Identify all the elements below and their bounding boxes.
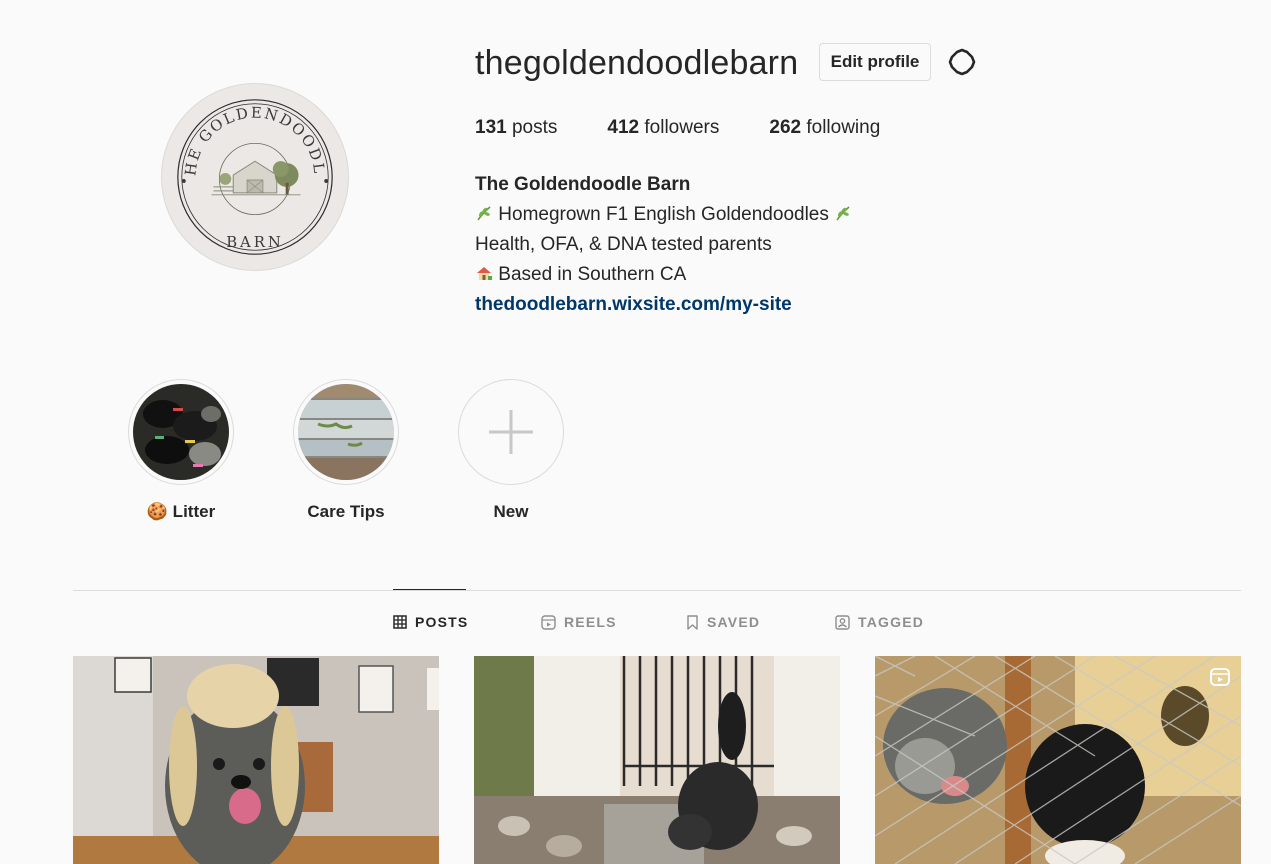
active-tab-indicator	[393, 589, 466, 590]
svg-text:THE GOLDENDOODLE: THE GOLDENDOODLE	[162, 84, 328, 177]
tabs-divider	[73, 590, 1241, 591]
post-photo	[474, 656, 840, 864]
profile-bio: The Goldendoodle Barn Homegrown F1 Engli…	[475, 170, 852, 320]
svg-text:BARN: BARN	[226, 234, 284, 251]
post-thumbnail[interactable]	[875, 656, 1241, 864]
reels-icon	[541, 614, 556, 630]
tab-tagged[interactable]: TAGGED	[835, 614, 924, 630]
barn-logo: THE GOLDENDOODLE BARN	[156, 71, 333, 255]
settings-icon[interactable]	[946, 46, 978, 78]
highlight-label: New	[493, 502, 529, 521]
profile-stats: 131 posts 412 followers 262 following	[475, 117, 930, 139]
profile-username: thegoldendoodlebarn	[475, 44, 799, 82]
tab-posts[interactable]: POSTS	[393, 614, 468, 630]
highlight-label: 🍪 Litter	[146, 502, 216, 521]
bio-line-3: Based in Southern CA	[475, 260, 852, 290]
puppies-photo	[133, 384, 229, 480]
post-thumbnail[interactable]	[73, 656, 439, 864]
grid-icon	[393, 615, 407, 629]
tab-reels[interactable]: REELS	[541, 614, 617, 630]
herb-icon	[836, 206, 850, 221]
highlight-new[interactable]: New	[457, 379, 565, 522]
followers-count[interactable]: 412 followers	[607, 117, 719, 139]
bio-line-1: Homegrown F1 English Goldendoodles	[475, 200, 852, 230]
highlight-care-tips[interactable]: Care Tips	[292, 379, 400, 522]
tagged-icon	[835, 614, 850, 630]
profile-avatar[interactable]: THE GOLDENDOODLE BARN	[156, 71, 349, 271]
plus-icon	[489, 410, 533, 454]
herb-icon	[477, 206, 491, 221]
bookmark-icon	[687, 614, 698, 630]
edit-profile-button[interactable]: Edit profile	[819, 43, 931, 81]
tab-saved[interactable]: SAVED	[686, 614, 760, 630]
post-photo	[73, 656, 439, 864]
wood-photo	[298, 384, 394, 480]
profile-display-name: The Goldendoodle Barn	[475, 174, 691, 195]
highlight-litter[interactable]: 🍪 Litter	[127, 379, 235, 522]
posts-count[interactable]: 131 posts	[475, 117, 557, 139]
highlight-label: Care Tips	[307, 502, 385, 521]
bio-line-2: Health, OFA, & DNA tested parents	[475, 234, 772, 255]
house-icon	[477, 267, 492, 280]
post-thumbnail[interactable]	[474, 656, 840, 864]
reel-badge-icon	[1209, 666, 1231, 688]
bio-website-link[interactable]: thedoodlebarn.wixsite.com/my-site	[475, 290, 792, 320]
post-photo	[875, 656, 1241, 864]
following-count[interactable]: 262 following	[769, 117, 880, 139]
